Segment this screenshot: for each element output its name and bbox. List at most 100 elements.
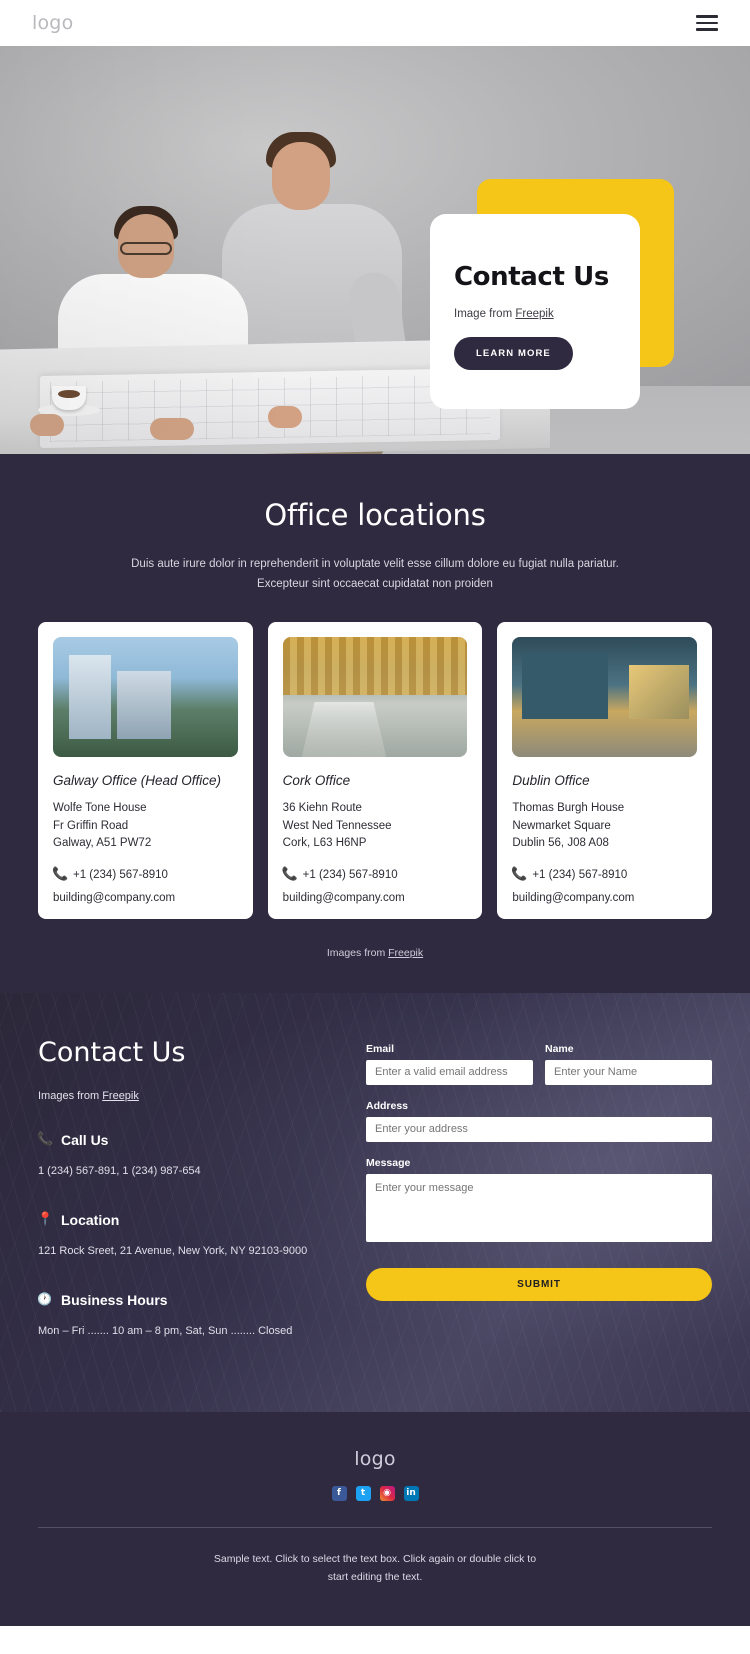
- footer-note-line-2: start editing the text.: [327, 1570, 423, 1583]
- address-label: Address: [366, 1099, 409, 1112]
- call-us-header: Call Us: [38, 1132, 338, 1148]
- call-us-value: 1 (234) 567-891, 1 (234) 987-654: [38, 1164, 201, 1177]
- call-us-block: Call Us 1 (234) 567-891, 1 (234) 987-654: [38, 1132, 338, 1182]
- phone-icon: [512, 867, 526, 883]
- contact-info-column: Contact Us Images from Freepik Call Us 1…: [37, 1036, 338, 1342]
- office-phone-value: +1 (234) 567-8910: [302, 868, 398, 881]
- contact-heading: Contact Us: [38, 1036, 186, 1068]
- office-address: Wolfe Tone House Fr Griffin Road Galway,…: [53, 800, 238, 853]
- address-line: Thomas Burgh House: [512, 802, 625, 814]
- instagram-icon[interactable]: ◉: [379, 1485, 395, 1501]
- business-hours-header: Business Hours: [37, 1291, 338, 1308]
- call-us-title: Call Us: [61, 1131, 109, 1148]
- social-links: f t ◉ in: [0, 1485, 750, 1501]
- office-email[interactable]: building@company.com: [283, 892, 468, 904]
- address-line: Wolfe Tone House: [53, 802, 147, 814]
- address-line: Cork, L63 H6NP: [282, 837, 367, 849]
- footer-divider: [38, 1526, 712, 1528]
- business-hours-title: Business Hours: [61, 1291, 168, 1308]
- lead-line-1: Duis aute irure dolor in reprehenderit i…: [131, 558, 619, 570]
- office-email[interactable]: building@company.com: [512, 892, 697, 904]
- email-field-group: Email: [366, 1043, 533, 1085]
- location-header: Location: [37, 1211, 338, 1228]
- office-photo: [53, 637, 238, 757]
- hero-title: Contact Us: [454, 262, 609, 292]
- hamburger-menu-icon[interactable]: [696, 15, 718, 31]
- office-locations-lead: Duis aute irure dolor in reprehenderit i…: [125, 554, 625, 594]
- office-card[interactable]: Dublin Office Thomas Burgh House Newmark…: [497, 622, 713, 919]
- hero-section: Contact Us Image from Freepik LEARN MORE: [0, 46, 750, 454]
- site-logo[interactable]: logo: [32, 12, 73, 34]
- office-card-title: Cork Office: [282, 773, 351, 788]
- lead-line-2: Excepteur sint occaecat cupidatat non pr…: [257, 578, 493, 590]
- hero-image-credit: Image from Freepik: [454, 308, 616, 320]
- phone-icon: [38, 1132, 52, 1148]
- business-hours-value: Mon – Fri ....... 10 am – 8 pm, Sat, Sun…: [38, 1324, 293, 1337]
- office-locations-heading: Office locations: [264, 498, 486, 532]
- address-input[interactable]: [366, 1116, 712, 1142]
- facebook-icon[interactable]: f: [331, 1485, 347, 1501]
- name-input[interactable]: [545, 1059, 712, 1085]
- site-footer: logo f t ◉ in Sample text. Click to sele…: [0, 1411, 750, 1626]
- message-textarea[interactable]: [366, 1173, 712, 1242]
- freepik-link[interactable]: Freepik: [388, 947, 423, 959]
- office-address: Thomas Burgh House Newmarket Square Dubl…: [512, 800, 697, 853]
- address-line: 36 Kiehn Route: [282, 802, 362, 814]
- office-cards-list: Galway Office (Head Office) Wolfe Tone H…: [0, 594, 750, 919]
- name-field-group: Name: [545, 1043, 712, 1085]
- address-field-group: Address: [366, 1100, 712, 1142]
- hero-card: Contact Us Image from Freepik LEARN MORE: [430, 214, 640, 409]
- office-phone-value: +1 (234) 567-8910: [532, 868, 628, 881]
- address-line: Fr Griffin Road: [53, 819, 129, 832]
- office-locations-section: Office locations Duis aute irure dolor i…: [0, 454, 750, 993]
- phone-icon: [53, 867, 67, 883]
- footer-note[interactable]: Sample text. Click to select the text bo…: [210, 1550, 540, 1586]
- burger-line: [696, 15, 718, 18]
- message-label: Message: [366, 1156, 411, 1169]
- address-line: Newmarket Square: [512, 819, 611, 832]
- contact-form: Email Name Address Message SUBM: [366, 1037, 712, 1342]
- office-card[interactable]: Cork Office 36 Kiehn Route West Ned Tenn…: [267, 622, 483, 919]
- clock-icon: [37, 1292, 52, 1308]
- offices-image-credit: Images from Freepik: [0, 947, 750, 959]
- linkedin-icon[interactable]: in: [403, 1485, 419, 1501]
- office-photo: [282, 637, 468, 757]
- offices-credit-prefix: Images from: [326, 946, 389, 959]
- office-card-title: Dublin Office: [512, 773, 590, 788]
- page-root: logo Contact Us Image from Freepik LEARN…: [0, 0, 750, 1626]
- contact-credit-prefix: Images from: [38, 1089, 103, 1102]
- burger-line: [696, 21, 718, 25]
- twitter-icon[interactable]: t: [355, 1485, 371, 1501]
- office-phone-value: +1 (234) 567-8910: [73, 868, 168, 881]
- location-value: 121 Rock Sreet, 21 Avenue, New York, NY …: [38, 1244, 308, 1257]
- location-block: Location 121 Rock Sreet, 21 Avenue, New …: [37, 1211, 338, 1262]
- footer-logo[interactable]: logo: [0, 1448, 750, 1470]
- freepik-link[interactable]: Freepik: [515, 308, 553, 320]
- hero-credit-prefix: Image from: [454, 308, 516, 320]
- email-input[interactable]: [366, 1059, 533, 1085]
- email-label: Email: [366, 1042, 395, 1055]
- burger-line: [696, 28, 718, 31]
- site-header: logo: [0, 0, 750, 46]
- submit-button[interactable]: SUBMIT: [366, 1267, 712, 1301]
- business-hours-block: Business Hours Mon – Fri ....... 10 am –…: [37, 1291, 338, 1342]
- freepik-link[interactable]: Freepik: [102, 1090, 139, 1102]
- office-address: 36 Kiehn Route West Ned Tennessee Cork, …: [283, 800, 468, 853]
- address-line: Dublin 56, J08 A08: [512, 837, 609, 849]
- office-card[interactable]: Galway Office (Head Office) Wolfe Tone H…: [38, 622, 253, 919]
- office-phone[interactable]: +1 (234) 567-8910: [283, 867, 468, 883]
- contact-section: Contact Us Images from Freepik Call Us 1…: [0, 992, 750, 1412]
- phone-icon: [283, 867, 297, 883]
- location-title: Location: [61, 1211, 120, 1228]
- footer-note-line-1: Sample text. Click to select the text bo…: [213, 1552, 537, 1565]
- address-line: Galway, A51 PW72: [53, 837, 152, 849]
- office-phone[interactable]: +1 (234) 567-8910: [512, 867, 697, 883]
- name-label: Name: [545, 1042, 574, 1055]
- contact-image-credit: Images from Freepik: [38, 1090, 338, 1102]
- learn-more-button[interactable]: LEARN MORE: [454, 337, 573, 370]
- address-line: West Ned Tennessee: [282, 819, 392, 832]
- office-email[interactable]: building@company.com: [53, 892, 238, 904]
- office-phone[interactable]: +1 (234) 567-8910: [53, 867, 238, 883]
- message-field-group: Message: [366, 1157, 712, 1247]
- map-pin-icon: [37, 1211, 53, 1228]
